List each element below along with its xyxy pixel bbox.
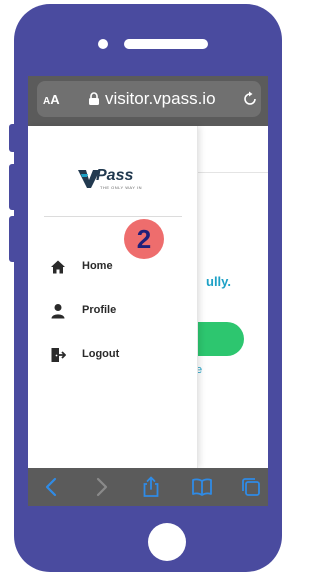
drawer-divider bbox=[44, 216, 182, 217]
page-header-divider bbox=[196, 172, 268, 173]
logout-icon bbox=[51, 348, 66, 362]
url-text: visitor.vpass.io bbox=[105, 89, 216, 108]
menu-item-home[interactable]: Home bbox=[50, 257, 180, 279]
navigation-drawer: Pass THE ONLY WAY IN Home Profile Logout bbox=[28, 126, 198, 468]
volume-down-button bbox=[9, 216, 16, 262]
earpiece-speaker bbox=[124, 39, 208, 49]
phone-screen: AA visitor.vpass.io ully. e Pass THE ONL… bbox=[28, 76, 268, 506]
back-icon[interactable] bbox=[41, 476, 63, 498]
background-action-button[interactable] bbox=[196, 322, 244, 356]
front-camera bbox=[98, 39, 108, 49]
menu-label-profile: Profile bbox=[82, 304, 117, 316]
step-number-badge: 2 bbox=[124, 219, 164, 259]
volume-up-button bbox=[9, 164, 16, 210]
menu-item-profile[interactable]: Profile bbox=[50, 301, 180, 323]
url-field[interactable]: AA visitor.vpass.io bbox=[37, 81, 261, 117]
forward-icon[interactable] bbox=[90, 476, 112, 498]
text-size-button[interactable]: AA bbox=[43, 92, 60, 107]
home-icon bbox=[51, 260, 65, 274]
tabs-icon[interactable] bbox=[240, 476, 262, 498]
mute-switch bbox=[9, 124, 16, 152]
vpass-logo: Pass THE ONLY WAY IN bbox=[78, 167, 150, 192]
menu-label-home: Home bbox=[82, 260, 113, 272]
user-icon bbox=[51, 304, 65, 319]
menu-item-logout[interactable]: Logout bbox=[50, 345, 180, 367]
browser-toolbar bbox=[28, 468, 268, 506]
menu-label-logout: Logout bbox=[82, 348, 120, 360]
browser-address-bar: AA visitor.vpass.io bbox=[28, 76, 268, 126]
home-button[interactable] bbox=[148, 523, 186, 561]
logo-wordmark: Pass bbox=[96, 167, 134, 184]
reload-icon[interactable] bbox=[242, 91, 258, 107]
background-message-text: ully. bbox=[206, 274, 232, 289]
bookmarks-icon[interactable] bbox=[191, 476, 213, 498]
lock-icon bbox=[89, 92, 99, 105]
share-icon[interactable] bbox=[140, 476, 162, 498]
logo-tagline: THE ONLY WAY IN bbox=[100, 185, 142, 190]
